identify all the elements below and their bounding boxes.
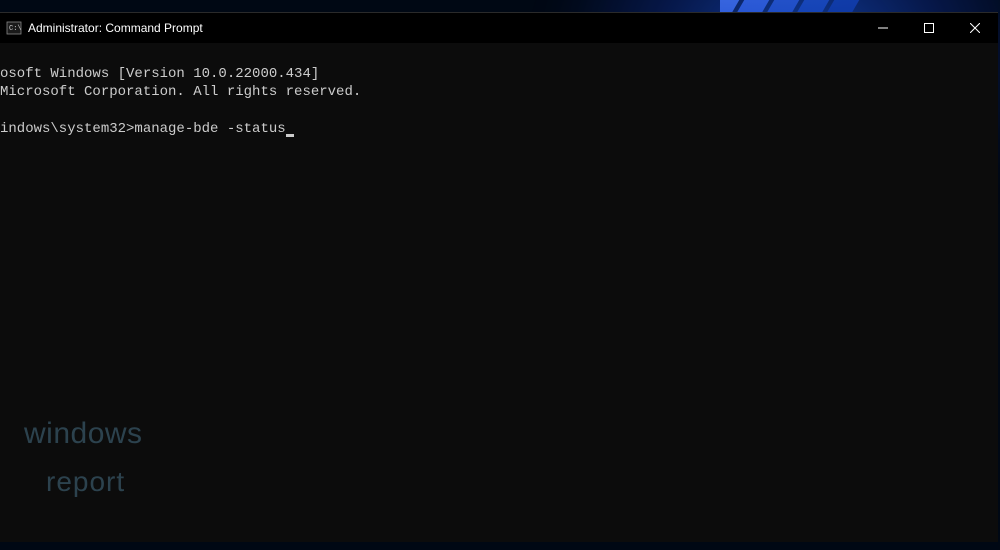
- close-button[interactable]: [952, 13, 998, 43]
- cursor: [286, 134, 294, 137]
- terminal-prompt-line: indows\system32>manage-bde -status: [0, 121, 294, 137]
- svg-text:C:\: C:\: [9, 25, 22, 33]
- prompt-path: indows\system32>: [0, 121, 134, 137]
- cmd-icon: C:\: [6, 20, 22, 36]
- wallpaper-stripes: [720, 0, 920, 12]
- maximize-icon: [924, 23, 934, 33]
- watermark-line2: report: [46, 470, 143, 494]
- terminal-output-line: Microsoft Corporation. All rights reserv…: [0, 84, 361, 100]
- close-icon: [970, 23, 980, 33]
- minimize-icon: [878, 23, 888, 33]
- terminal-area[interactable]: osoft Windows [Version 10.0.22000.434] M…: [0, 43, 998, 542]
- titlebar[interactable]: C:\ Administrator: Command Prompt: [0, 13, 998, 43]
- watermark-line1: windows: [24, 421, 143, 447]
- titlebar-left: C:\ Administrator: Command Prompt: [6, 20, 203, 36]
- command-prompt-window: C:\ Administrator: Command Prompt: [0, 12, 998, 542]
- watermark: windows report: [24, 397, 143, 518]
- window-controls: [860, 13, 998, 43]
- maximize-button[interactable]: [906, 13, 952, 43]
- terminal-output-line: osoft Windows [Version 10.0.22000.434]: [0, 66, 319, 82]
- command-text: manage-bde -status: [134, 121, 285, 137]
- minimize-button[interactable]: [860, 13, 906, 43]
- window-title: Administrator: Command Prompt: [28, 21, 203, 35]
